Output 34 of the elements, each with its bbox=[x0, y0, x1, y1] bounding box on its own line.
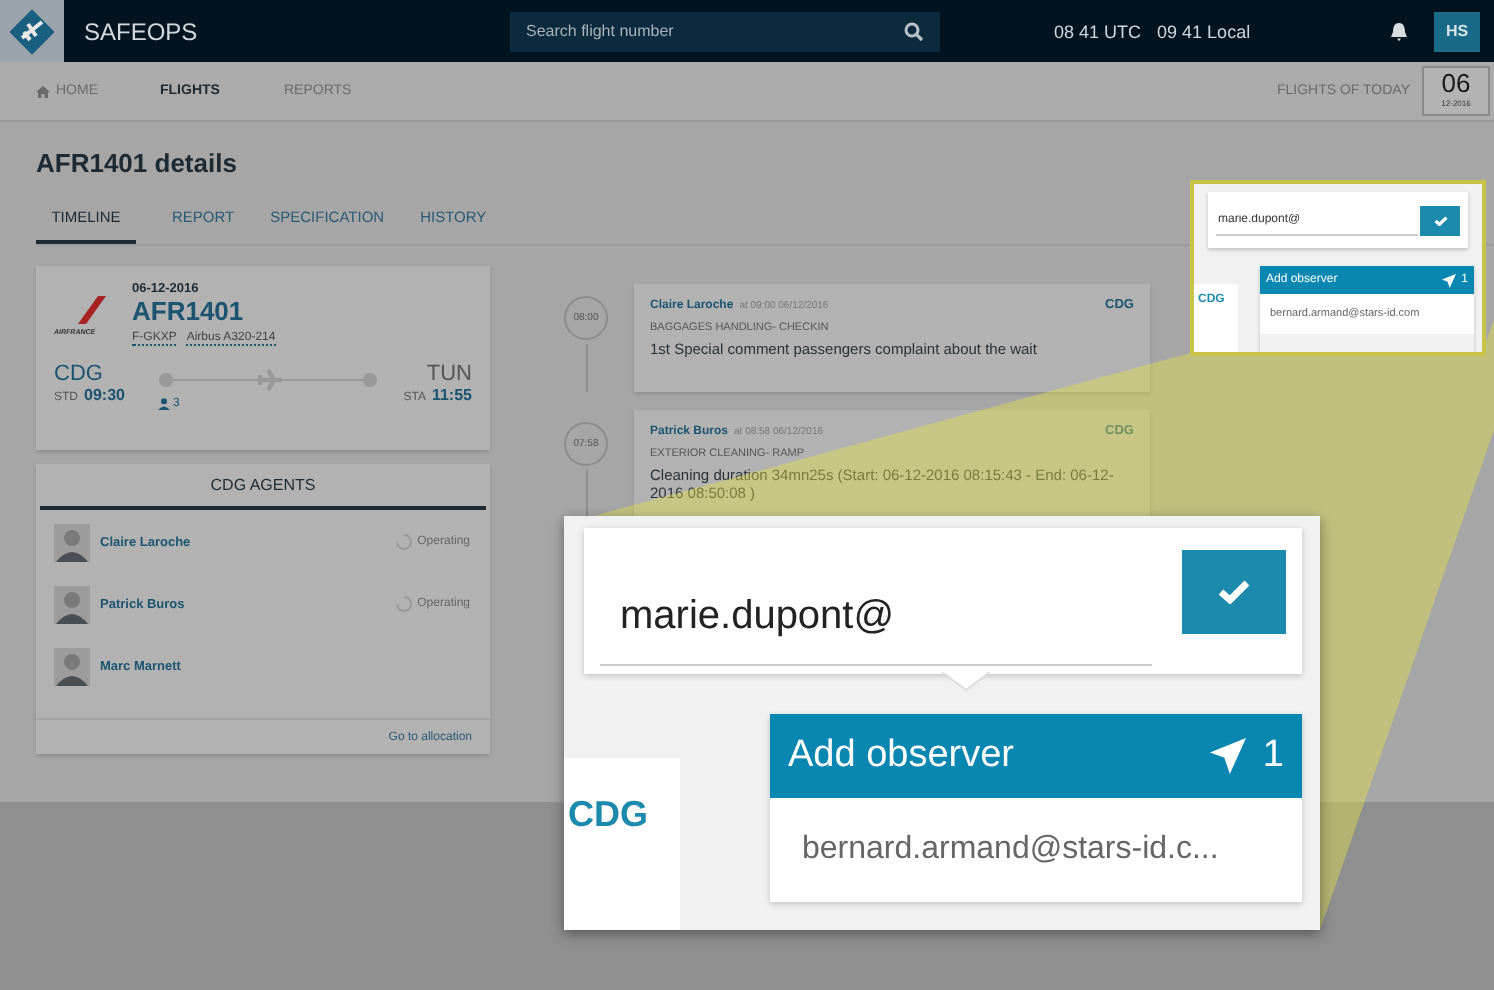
send-icon bbox=[1441, 273, 1456, 287]
std-time: 09:30 bbox=[84, 386, 125, 404]
agents-title: CDG AGENTS bbox=[40, 464, 486, 510]
person-icon bbox=[157, 398, 169, 410]
bell-icon[interactable] bbox=[1390, 21, 1408, 41]
spinner-icon bbox=[395, 534, 412, 550]
user-avatar-button[interactable]: HS bbox=[1434, 11, 1480, 51]
spinner-icon bbox=[395, 596, 412, 612]
avatar-icon bbox=[54, 585, 90, 623]
avatar-icon bbox=[54, 647, 90, 685]
sta-time: 11:55 bbox=[431, 386, 472, 404]
origin-airport: CDG bbox=[54, 362, 105, 386]
page-title: AFR1401 details bbox=[36, 148, 239, 178]
email-field[interactable]: marie.dupont@ bbox=[584, 528, 1302, 674]
utc-time: 08 41 UTC bbox=[1054, 21, 1142, 41]
app-logo-icon bbox=[0, 0, 64, 62]
station-code: CDG bbox=[568, 794, 648, 836]
local-time: 09 41 Local bbox=[1157, 21, 1251, 41]
send-icon bbox=[1210, 738, 1247, 774]
suggestion-item[interactable]: bernard.armand@stars-id.c... bbox=[770, 798, 1302, 902]
flight-number: AFR1401 bbox=[132, 296, 246, 328]
observer-count: 1 bbox=[1262, 734, 1284, 778]
confirm-button[interactable] bbox=[1420, 205, 1460, 235]
search-input[interactable]: Search flight number bbox=[526, 22, 904, 40]
dropdown-title: Add observer bbox=[788, 734, 1015, 778]
destination-airport: TUN bbox=[426, 362, 472, 386]
search-field[interactable]: Search flight number bbox=[510, 11, 940, 51]
check-icon bbox=[1218, 580, 1250, 604]
avatar-icon bbox=[54, 523, 90, 561]
home-icon bbox=[36, 85, 50, 97]
check-icon bbox=[1433, 215, 1447, 225]
app-name: SAFEOPS bbox=[82, 17, 200, 45]
search-icon[interactable] bbox=[904, 21, 924, 41]
confirm-button[interactable] bbox=[1182, 550, 1286, 634]
